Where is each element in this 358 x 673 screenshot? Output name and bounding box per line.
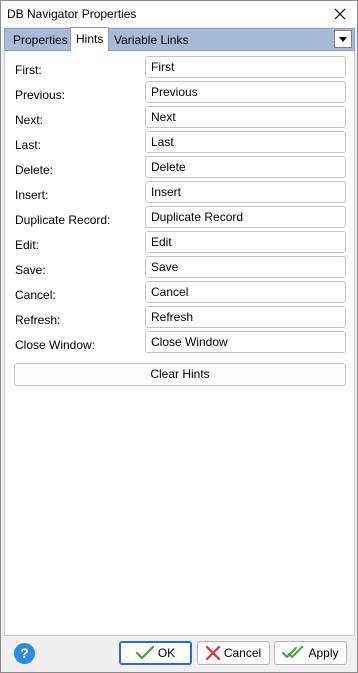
- properties-dialog: DB Navigator Properties Properties Hints…: [0, 0, 358, 673]
- help-icon[interactable]: ?: [14, 643, 35, 664]
- apply-button[interactable]: Apply: [274, 641, 347, 665]
- hint-field-duplicate-record[interactable]: [145, 206, 346, 228]
- hint-field-edit[interactable]: [145, 231, 346, 253]
- hint-field-close-window[interactable]: [145, 331, 346, 353]
- dialog-footer: ? OK Cancel Apply: [1, 637, 357, 672]
- hint-label-save: Save:: [15, 263, 46, 277]
- hint-label-previous: Previous:: [15, 88, 66, 102]
- checkmark-icon: [135, 646, 154, 660]
- cross-icon: [205, 646, 220, 660]
- hint-label-duplicate-record: Duplicate Record:: [15, 213, 111, 227]
- close-icon: [334, 8, 346, 20]
- tab-hints[interactable]: Hints: [70, 27, 110, 51]
- triangle-down-icon: [339, 36, 347, 42]
- hint-label-edit: Edit:: [15, 238, 40, 252]
- hint-label-close-window: Close Window:: [15, 338, 96, 352]
- hint-label-first: First:: [15, 63, 42, 77]
- hint-field-save[interactable]: [145, 256, 346, 278]
- clear-hints-button[interactable]: Clear Hints: [14, 363, 346, 386]
- hint-field-first[interactable]: [145, 56, 346, 78]
- hint-label-delete: Delete:: [15, 163, 54, 177]
- hint-label-cancel: Cancel:: [15, 288, 56, 302]
- hint-field-insert[interactable]: [145, 181, 346, 203]
- tab-bar: Properties Hints Variable Links: [4, 27, 355, 51]
- hint-label-last: Last:: [15, 138, 42, 152]
- tab-overflow-dropdown[interactable]: [334, 30, 352, 48]
- title-bar: DB Navigator Properties: [1, 1, 357, 27]
- hint-field-next[interactable]: [145, 106, 346, 128]
- hint-label-insert: Insert:: [15, 188, 49, 202]
- apply-button-label: Apply: [308, 646, 339, 660]
- double-checkmark-icon: [282, 646, 304, 658]
- cancel-button[interactable]: Cancel: [197, 641, 270, 665]
- hint-field-refresh[interactable]: [145, 306, 346, 328]
- window-title: DB Navigator Properties: [7, 7, 137, 21]
- hint-label-refresh: Refresh:: [15, 313, 61, 327]
- cancel-button-label: Cancel: [223, 646, 262, 660]
- tab-variable-links[interactable]: Variable Links: [110, 31, 192, 51]
- hint-field-previous[interactable]: [145, 81, 346, 103]
- ok-button-label: OK: [157, 646, 176, 660]
- tab-properties[interactable]: Properties: [9, 31, 72, 51]
- hint-field-last[interactable]: [145, 131, 346, 153]
- hint-field-cancel[interactable]: [145, 281, 346, 303]
- ok-button[interactable]: OK: [119, 641, 192, 665]
- hint-field-delete[interactable]: [145, 156, 346, 178]
- hints-panel: First: Previous: Next: Last: Delete: Ins…: [4, 51, 355, 636]
- hint-label-next: Next:: [15, 113, 44, 127]
- close-button[interactable]: [329, 4, 351, 24]
